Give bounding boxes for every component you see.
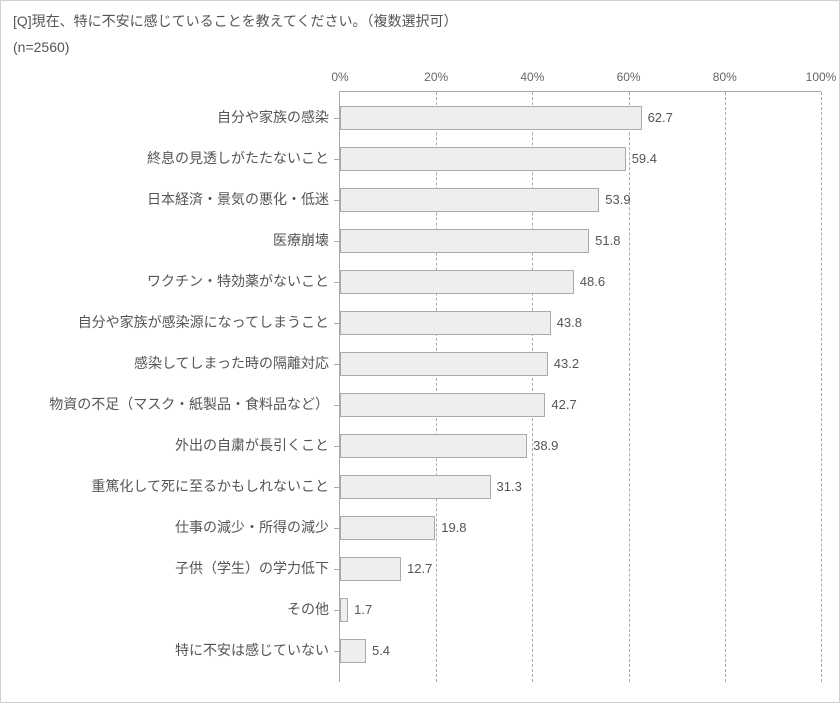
category-label: 感染してしまった時の隔離対応	[0, 351, 329, 375]
bar-value-label: 42.7	[545, 393, 576, 417]
x-tick-label: 20%	[424, 70, 448, 84]
grid-line	[629, 92, 630, 682]
bar	[340, 188, 599, 212]
bar-row: 5.4	[340, 639, 821, 663]
bar	[340, 557, 401, 581]
bar-row: 38.9	[340, 434, 821, 458]
grid-line	[725, 92, 726, 682]
grid-line	[532, 92, 533, 682]
bar	[340, 352, 548, 376]
bar	[340, 229, 589, 253]
bar-value-label: 48.6	[574, 270, 605, 294]
category-label: 外出の自粛が長引くこと	[0, 433, 329, 457]
chart-sample-size: (n=2560)	[13, 39, 69, 55]
bar-row: 53.9	[340, 188, 821, 212]
x-tick-label: 80%	[713, 70, 737, 84]
bar-row: 19.8	[340, 516, 821, 540]
category-label: 終息の見透しがたたないこと	[0, 146, 329, 170]
bar-value-label: 62.7	[642, 106, 673, 130]
bar-value-label: 51.8	[589, 229, 620, 253]
grid-line	[821, 92, 822, 682]
bar-row: 51.8	[340, 229, 821, 253]
bar-value-label: 12.7	[401, 557, 432, 581]
x-tick-label: 40%	[520, 70, 544, 84]
bar	[340, 270, 574, 294]
category-label: ワクチン・特効薬がないこと	[0, 269, 329, 293]
chart-root: [Q]現在、特に不安に感じていることを教えてください。（複数選択可） (n=25…	[0, 0, 840, 703]
bar-row: 48.6	[340, 270, 821, 294]
bar-value-label: 1.7	[348, 598, 372, 622]
bar-value-label: 53.9	[599, 188, 630, 212]
bar	[340, 598, 348, 622]
category-label: その他	[0, 597, 329, 621]
category-label: 日本経済・景気の悪化・低迷	[0, 187, 329, 211]
bar-row: 42.7	[340, 393, 821, 417]
bar	[340, 106, 642, 130]
category-label: 仕事の減少・所得の減少	[0, 515, 329, 539]
bar-value-label: 31.3	[491, 475, 522, 499]
plot-area: 0%20%40%60%80%100%62.759.453.951.848.643…	[339, 91, 821, 682]
bar-value-label: 19.8	[435, 516, 466, 540]
grid-line	[436, 92, 437, 682]
bar-row: 43.2	[340, 352, 821, 376]
x-tick-label: 60%	[617, 70, 641, 84]
bar-value-label: 43.8	[551, 311, 582, 335]
bar-row: 31.3	[340, 475, 821, 499]
bar-value-label: 38.9	[527, 434, 558, 458]
bar-value-label: 59.4	[626, 147, 657, 171]
category-label: 自分や家族の感染	[0, 105, 329, 129]
x-tick-label: 0%	[331, 70, 348, 84]
category-label: 特に不安は感じていない	[0, 638, 329, 662]
bar	[340, 475, 491, 499]
bar	[340, 639, 366, 663]
x-tick-label: 100%	[806, 70, 837, 84]
category-label: 子供（学生）の学力低下	[0, 556, 329, 580]
category-label: 自分や家族が感染源になってしまうこと	[0, 310, 329, 334]
bar-row: 43.8	[340, 311, 821, 335]
bar-value-label: 43.2	[548, 352, 579, 376]
bar	[340, 147, 626, 171]
bar-row: 1.7	[340, 598, 821, 622]
bar	[340, 311, 551, 335]
bar	[340, 434, 527, 458]
bar	[340, 393, 545, 417]
category-label: 物資の不足（マスク・紙製品・食料品など）	[0, 392, 329, 416]
bar-row: 12.7	[340, 557, 821, 581]
bar-row: 59.4	[340, 147, 821, 171]
bar-row: 62.7	[340, 106, 821, 130]
bar-value-label: 5.4	[366, 639, 390, 663]
category-label: 医療崩壊	[0, 228, 329, 252]
chart-question-title: [Q]現在、特に不安に感じていることを教えてください。（複数選択可）	[13, 11, 458, 31]
bar	[340, 516, 435, 540]
category-label: 重篤化して死に至るかもしれないこと	[0, 474, 329, 498]
